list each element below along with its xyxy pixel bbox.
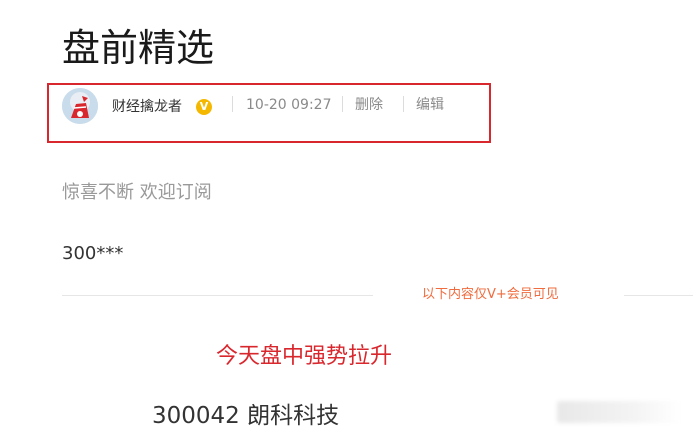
meta-separator	[403, 96, 404, 112]
verified-badge-icon: V	[196, 99, 212, 115]
article-headline: 今天盘中强势拉升	[216, 344, 393, 369]
delete-button[interactable]: 删除	[355, 96, 383, 114]
stock-code-teaser: 300***	[62, 243, 124, 264]
edit-button[interactable]: 编辑	[416, 96, 444, 114]
article-page: 盘前精选 财经擒龙者 V 10-20 09:27 删除 编辑 惊喜不断 欢迎订阅…	[0, 0, 693, 435]
vip-only-notice: 以下内容仅V+会员可见	[422, 287, 559, 302]
post-timestamp: 10-20 09:27	[246, 97, 332, 113]
paywall-divider-left	[62, 295, 373, 296]
avatar-icon[interactable]	[62, 88, 98, 124]
paywall-divider-right	[624, 295, 693, 296]
stock-name: 300042 朗科科技	[152, 403, 340, 429]
page-title: 盘前精选	[62, 26, 215, 70]
author-name[interactable]: 财经擒龙者	[112, 98, 182, 116]
article-intro: 惊喜不断 欢迎订阅	[62, 182, 212, 203]
blurred-content-placeholder	[557, 401, 681, 423]
meta-separator	[342, 96, 343, 112]
meta-separator	[232, 96, 233, 112]
